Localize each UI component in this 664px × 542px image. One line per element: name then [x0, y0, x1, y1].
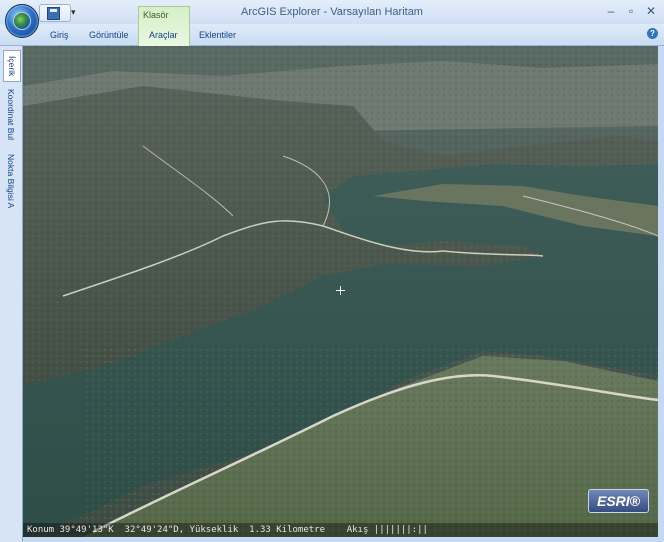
- globe-icon: [13, 12, 31, 30]
- title-bar: ▾ ArcGIS Explorer - Varsayılan Haritam –…: [0, 0, 664, 24]
- map-status-bar: Konum 39°49'13"K 32°49'24"D, Yükseklik 1…: [23, 523, 658, 537]
- maximize-button[interactable]: ▫: [624, 4, 638, 18]
- window-frame-edge: [658, 46, 664, 542]
- tab-goruntule[interactable]: Görüntüle: [89, 30, 129, 40]
- tab-icerik[interactable]: İçerik: [3, 50, 21, 82]
- close-button[interactable]: ✕: [644, 4, 658, 18]
- crosshair-icon: [336, 286, 345, 295]
- application-button[interactable]: [5, 4, 39, 38]
- side-panel: İçerik Koordinat Bul Nokta Bilgisi A: [0, 46, 23, 542]
- context-tab-label: Klasör: [143, 10, 169, 20]
- tab-nokta-bilgisi[interactable]: Nokta Bilgisi A: [3, 150, 19, 212]
- help-icon[interactable]: ?: [647, 28, 658, 39]
- window-controls: – ▫ ✕: [604, 4, 658, 18]
- tab-eklentiler[interactable]: Eklentiler: [199, 30, 236, 40]
- esri-logo: ESRI®: [588, 489, 649, 513]
- tab-araclar[interactable]: Araçlar: [149, 30, 178, 40]
- map-view[interactable]: ESRI® Konum 39°49'13"K 32°49'24"D, Yükse…: [23, 46, 658, 537]
- window-title: ArcGIS Explorer - Varsayılan Haritam: [241, 6, 423, 18]
- tab-koordinat-bul[interactable]: Koordinat Bul: [3, 86, 19, 144]
- tab-giris[interactable]: Giriş: [50, 30, 69, 40]
- minimize-button[interactable]: –: [604, 4, 618, 18]
